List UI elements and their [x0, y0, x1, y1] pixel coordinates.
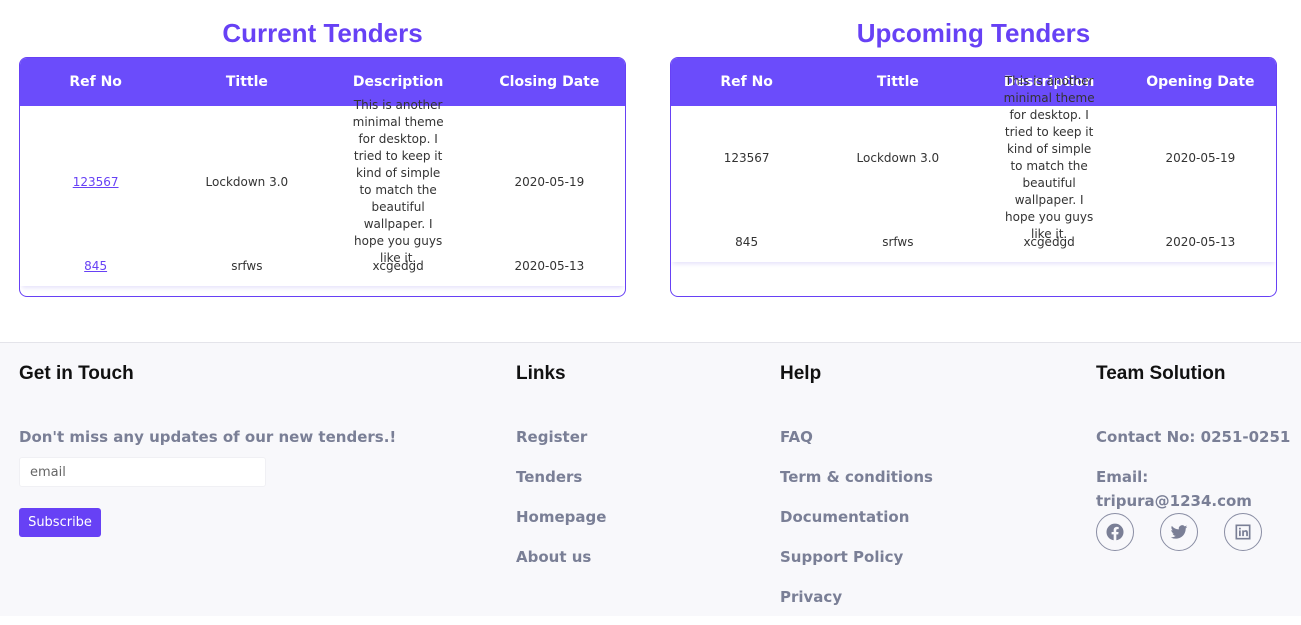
date-cell: 2020-05-13	[514, 259, 585, 273]
title-cell: Lockdown 3.0	[856, 151, 940, 165]
current-tenders-panel: Current Tenders Ref No Tittle Descriptio…	[19, 0, 626, 297]
footer: Get in Touch Don't miss any updates of o…	[0, 342, 1301, 616]
title-cell: Lockdown 3.0	[205, 175, 289, 189]
ref-cell: 123567	[20, 175, 171, 189]
header-ref-no: Ref No	[69, 74, 122, 90]
footer-heading: Team Solution	[1096, 363, 1226, 384]
social-links	[1096, 513, 1301, 551]
ref-cell: 845	[735, 235, 759, 249]
footer-heading: Links	[516, 363, 566, 384]
current-tenders-title: Current Tenders	[222, 18, 423, 48]
footer-link-support-policy[interactable]: Support Policy	[780, 545, 933, 585]
description-cell: xcgedgd	[372, 259, 424, 273]
ref-cell: 123567	[723, 151, 770, 165]
contact-number: Contact No: 0251-0251	[1096, 428, 1291, 446]
tenders-section: Current Tenders Ref No Tittle Descriptio…	[0, 0, 1301, 342]
date-cell: 2020-05-19	[1165, 151, 1236, 165]
header-title: Tittle	[225, 74, 268, 90]
facebook-icon	[1106, 523, 1124, 541]
footer-heading: Get in Touch	[19, 363, 134, 384]
footer-help: Help FAQ Term & conditions Documentation…	[780, 363, 933, 625]
footer-link-privacy[interactable]: Privacy	[780, 585, 933, 625]
header-closing-date: Closing Date	[499, 74, 600, 90]
table-row: 845 srfws xcgedgd 2020-05-13	[671, 234, 1276, 250]
footer-link-documentation[interactable]: Documentation	[780, 505, 933, 545]
table-row: 845 srfws xcgedgd 2020-05-13	[20, 258, 625, 274]
table-bottom-shadow	[20, 274, 625, 286]
footer-contact-list: Contact No: 0251-0251 Email: tripura@123…	[1096, 425, 1301, 510]
title-cell: srfws	[231, 259, 263, 273]
description-cell: This is another minimal theme for deskto…	[352, 98, 444, 265]
footer-help-list: FAQ Term & conditions Documentation Supp…	[780, 425, 933, 625]
table-bottom-shadow	[671, 250, 1276, 262]
twitter-icon	[1170, 525, 1188, 539]
footer-link-list: Register Tenders Homepage About us	[516, 425, 606, 585]
date-cell: 2020-05-19	[514, 175, 585, 189]
footer-link-tenders[interactable]: Tenders	[516, 465, 606, 505]
ref-link[interactable]: 845	[84, 259, 107, 273]
footer-link-faq[interactable]: FAQ	[780, 425, 933, 465]
upcoming-tenders-title: Upcoming Tenders	[856, 18, 1091, 48]
description-cell: This is another minimal theme for deskto…	[1003, 74, 1095, 241]
table-row: 123567 Lockdown 3.0 This is another mini…	[671, 74, 1276, 241]
footer-link-register[interactable]: Register	[516, 425, 606, 465]
footer-team: Team Solution Contact No: 0251-0251 Emai…	[1096, 363, 1301, 551]
email-input[interactable]	[19, 457, 266, 487]
footer-get-in-touch: Get in Touch Don't miss any updates of o…	[19, 363, 396, 537]
header-description: Description	[352, 74, 444, 90]
ref-link[interactable]: 123567	[73, 175, 119, 189]
header-opening-date: Opening Date	[1146, 74, 1255, 90]
ref-cell: 845	[20, 259, 171, 273]
footer-link-terms[interactable]: Term & conditions	[780, 465, 933, 505]
linkedin-button[interactable]	[1224, 513, 1262, 551]
footer-link-about[interactable]: About us	[516, 545, 606, 585]
footer-heading: Help	[780, 363, 822, 384]
footer-links: Links Register Tenders Homepage About us	[516, 363, 606, 585]
date-cell: 2020-05-13	[1165, 235, 1236, 249]
header-title: Tittle	[876, 74, 919, 90]
current-tenders-table: Ref No Tittle Description Closing Date 1…	[19, 57, 626, 297]
linkedin-icon	[1235, 524, 1251, 540]
table-row: 123567 Lockdown 3.0 This is another mini…	[20, 98, 625, 265]
upcoming-tenders-panel: Upcoming Tenders Ref No Tittle Descripti…	[670, 0, 1277, 297]
twitter-button[interactable]	[1160, 513, 1198, 551]
header-ref-no: Ref No	[720, 74, 773, 90]
upcoming-tenders-table: Ref No Tittle Description Opening Date 1…	[670, 57, 1277, 297]
subscribe-button[interactable]: Subscribe	[19, 508, 101, 537]
description-cell: xcgedgd	[1023, 235, 1075, 249]
footer-link-homepage[interactable]: Homepage	[516, 505, 606, 545]
contact-email: Email: tripura@1234.com	[1096, 468, 1252, 510]
title-cell: srfws	[882, 235, 914, 249]
facebook-button[interactable]	[1096, 513, 1134, 551]
newsletter-text: Don't miss any updates of our new tender…	[19, 428, 397, 446]
